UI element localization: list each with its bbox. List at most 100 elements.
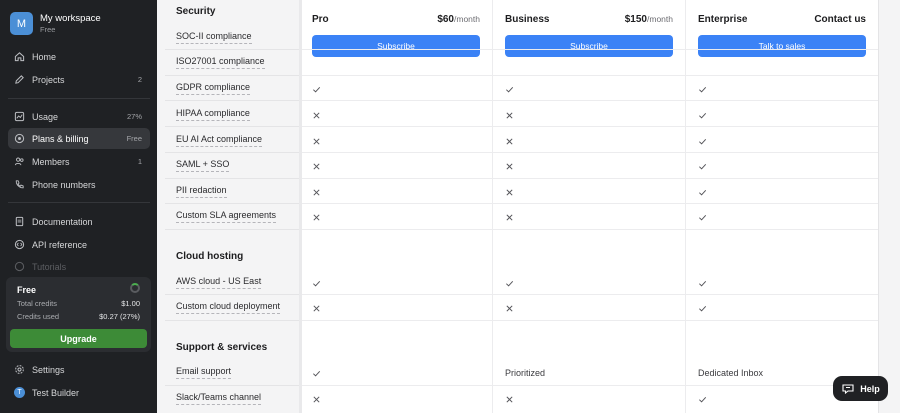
workspace-avatar: M [10,12,33,35]
feature-value: Dedicated Inbox [698,368,764,378]
sidebar-item-home[interactable]: Home [8,46,150,67]
members-count: 1 [137,157,142,166]
row-separator [165,229,299,230]
row-separator [302,152,878,153]
section-support-services: Support & services [176,342,268,353]
cross-icon [505,186,514,198]
check-icon [698,277,707,289]
plan-comparison: Pro $60/month Subscribe Business $150/mo… [157,0,900,413]
row-separator [302,100,878,101]
sidebar-item-label: Plans & billing [32,133,89,144]
sidebar-divider [8,98,150,99]
sidebar-item-settings[interactable]: Settings [8,359,150,380]
sidebar-item-phone-numbers[interactable]: Phone numbers [8,174,150,195]
help-button[interactable]: Help [833,376,888,401]
plan-badge: Free [126,134,142,143]
sidebar-item-label: Usage [32,111,59,122]
document-icon [14,216,25,227]
plan-price-enterprise: Contact us [814,14,866,25]
price-period: /month [454,14,480,24]
feature-label[interactable]: SOC-II compliance [176,31,252,44]
feature-label[interactable]: PII redaction [176,185,227,198]
sidebar-item-label: Phone numbers [32,179,96,190]
row-separator [165,203,299,204]
cross-icon [312,393,321,405]
sidebar-item-label: Home [32,51,57,62]
sidebar-item-members[interactable]: Members 1 [8,151,150,172]
sidebar: M My workspace Free Home Projects 2 Usag… [0,0,157,413]
plan-price-pro: $60/month [387,14,480,25]
subscribe-business-button[interactable]: Subscribe [505,35,673,57]
check-icon [698,186,707,198]
user-menu[interactable]: T Test Builder [8,382,150,403]
feature-label[interactable]: HIPAA compliance [176,108,250,121]
chat-icon [841,383,855,394]
workspace-switcher[interactable]: M My workspace Free [10,12,101,35]
row-separator [302,294,878,295]
members-icon [14,156,25,167]
row-separator [165,152,299,153]
sidebar-item-tutorials[interactable]: Tutorials [8,256,150,277]
gear-icon [14,364,25,375]
projects-count: 2 [137,75,142,84]
feature-label[interactable]: GDPR compliance [176,82,251,95]
subscribe-pro-button[interactable]: Subscribe [312,35,480,57]
row-separator [165,178,299,179]
check-icon [698,109,707,121]
sidebar-item-label: Documentation [32,216,93,227]
row-separator [302,49,878,50]
price-amount: $60 [437,14,454,25]
sidebar-item-usage[interactable]: Usage 27% [8,106,150,127]
row-separator [165,49,299,50]
credits-used-row: Credits used $0.27 (27%) [17,312,140,321]
row-separator [302,75,878,76]
feature-label[interactable]: AWS cloud - US East [176,276,262,289]
credits-card: Free Total credits $1.00 Credits used $0… [6,277,151,352]
sidebar-item-label: API reference [32,239,88,250]
row-separator [165,100,299,101]
row-separator [302,385,878,386]
sidebar-item-label: Members [32,156,70,167]
check-icon [505,83,514,95]
phone-icon [14,179,25,190]
tutorials-icon [14,261,25,272]
api-icon [14,239,25,250]
sidebar-divider [8,202,150,203]
sidebar-item-label: Tutorials [32,261,67,272]
credits-used-label: Credits used [17,312,60,321]
feature-label[interactable]: Slack/Teams channel [176,392,262,405]
row-separator [165,75,299,76]
sidebar-item-label: Settings [32,364,65,375]
right-edge [878,0,900,413]
feature-label[interactable]: SAML + SSO [176,159,230,172]
cross-icon [505,160,514,172]
check-icon [312,277,321,289]
sidebar-item-plans-billing[interactable]: Plans & billing Free [8,128,150,149]
sidebar-item-api-reference[interactable]: API reference [8,234,150,255]
sidebar-item-projects[interactable]: Projects 2 [8,69,150,90]
pencil-icon [14,74,25,85]
usage-percent: 27% [126,112,142,121]
feature-value: Prioritized [505,368,546,378]
cross-icon [312,211,321,223]
upgrade-button[interactable]: Upgrade [10,329,147,348]
chart-icon [14,111,25,122]
section-security: Security [176,6,216,17]
credits-plan: Free [17,285,37,295]
row-separator [302,178,878,179]
cross-icon [312,109,321,121]
cross-icon [505,302,514,314]
feature-label[interactable]: ISO27001 compliance [176,56,265,69]
talk-to-sales-button[interactable]: Talk to sales [698,35,866,57]
usage-ring-icon [130,283,140,293]
feature-label[interactable]: Custom SLA agreements [176,210,277,223]
plan-price-business: $150/month [577,14,673,25]
help-label: Help [860,383,880,394]
sidebar-item-documentation[interactable]: Documentation [8,211,150,232]
feature-label[interactable]: EU AI Act compliance [176,134,263,147]
feature-label[interactable]: Custom cloud deployment [176,301,281,314]
check-icon [312,367,321,379]
feature-label[interactable]: Email support [176,366,232,379]
workspace-plan: Free [40,24,56,34]
row-separator [302,203,878,204]
